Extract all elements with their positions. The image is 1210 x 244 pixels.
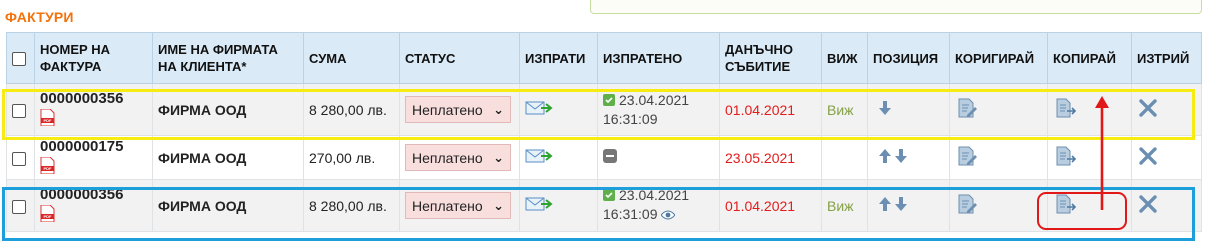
view-link[interactable]: Виж (827, 102, 854, 118)
col-view: ВИЖ (821, 32, 868, 84)
tax-event-date: 23.05.2021 (725, 149, 796, 166)
invoices-table: НОМЕР НА ФАКТУРА ИМЕ НА ФИРМАТА НА КЛИЕН… (6, 32, 1202, 232)
sent-time: 16:31:09 (603, 205, 714, 225)
table-row: 0000000175 PDF ФИРМА ООД 270,00 лв. Непл… (6, 135, 1202, 180)
pdf-icon[interactable]: PDF (40, 204, 55, 223)
arrow-up-icon[interactable] (879, 197, 891, 214)
status-select[interactable]: Неплатено ⌄ (405, 144, 511, 171)
edit-document-icon[interactable] (957, 194, 977, 217)
eye-icon[interactable] (660, 206, 677, 225)
col-edit: КОРИГИРАЙ (949, 32, 1048, 84)
sent-time: 16:31:09 (603, 110, 658, 127)
table-row: 0000000356 PDF ФИРМА ООД 8 280,00 лв. Не… (6, 83, 1202, 136)
status-value: Неплатено (412, 101, 483, 118)
send-mail-icon[interactable] (525, 100, 553, 119)
chevron-down-icon: ⌄ (493, 101, 504, 117)
tax-event-date: 01.04.2021 (725, 197, 796, 214)
col-status[interactable]: СТАТУС (399, 32, 520, 84)
invoice-amount: 8 280,00 лв. (309, 197, 387, 214)
pdf-icon[interactable]: PDF (40, 108, 55, 127)
sent-check-icon (603, 187, 615, 202)
page-title: ФАКТУРИ (5, 9, 74, 25)
edit-document-icon[interactable] (957, 146, 977, 169)
table-row: 0000000356 PDF ФИРМА ООД 8 280,00 лв. Не… (6, 179, 1202, 232)
send-mail-icon[interactable] (525, 196, 553, 215)
tax-event-date: 01.04.2021 (725, 101, 796, 118)
client-company: ФИРМА ООД (158, 197, 247, 214)
not-sent-icon (603, 149, 617, 166)
invoice-number[interactable]: 0000000356 (40, 90, 147, 107)
row-checkbox[interactable] (12, 199, 26, 214)
delete-x-icon[interactable] (1139, 195, 1157, 216)
col-amount[interactable]: СУМА (303, 32, 400, 84)
col-tax-event[interactable]: ДАНЪЧНО СЪБИТИЕ (719, 32, 822, 84)
svg-text:PDF: PDF (44, 118, 53, 123)
status-value: Неплатено (412, 197, 483, 214)
client-company: ФИРМА ООД (158, 149, 247, 166)
edit-document-icon[interactable] (957, 98, 977, 121)
col-delete: ИЗТРИЙ (1131, 32, 1202, 84)
col-send: ИЗПРАТИ (519, 32, 598, 84)
col-company[interactable]: ИМЕ НА ФИРМАТА НА КЛИЕНТА* (152, 32, 304, 84)
table-header-row: НОМЕР НА ФАКТУРА ИМЕ НА ФИРМАТА НА КЛИЕН… (6, 32, 1202, 84)
col-position: ПОЗИЦИЯ (867, 32, 950, 84)
row-checkbox[interactable] (12, 103, 26, 118)
col-sent[interactable]: ИЗПРАТЕНО (597, 32, 720, 84)
invoice-number[interactable]: 0000000175 (40, 138, 147, 155)
copy-document-icon[interactable] (1055, 98, 1077, 121)
svg-text:PDF: PDF (44, 166, 53, 171)
pdf-icon[interactable]: PDF (40, 156, 55, 175)
svg-text:PDF: PDF (44, 214, 53, 219)
chevron-down-icon: ⌄ (493, 197, 504, 213)
status-select[interactable]: Неплатено ⌄ (405, 192, 511, 219)
invoice-number[interactable]: 0000000356 (40, 186, 147, 203)
select-all-checkbox[interactable] (12, 52, 26, 67)
delete-x-icon[interactable] (1139, 99, 1157, 120)
arrow-down-icon[interactable] (894, 149, 907, 166)
chevron-down-icon: ⌄ (493, 149, 504, 165)
select-all-cell[interactable] (6, 32, 35, 84)
copy-document-icon[interactable] (1055, 146, 1077, 169)
notice-box (590, 0, 1202, 14)
col-number[interactable]: НОМЕР НА ФАКТУРА (34, 32, 153, 84)
status-select[interactable]: Неплатено ⌄ (405, 96, 511, 123)
arrow-up-icon[interactable] (879, 149, 891, 166)
delete-x-icon[interactable] (1139, 147, 1157, 168)
arrow-down-icon[interactable] (879, 101, 891, 118)
view-link[interactable]: Виж (827, 198, 854, 214)
invoice-amount: 8 280,00 лв. (309, 101, 387, 118)
invoice-amount: 270,00 лв. (309, 149, 376, 166)
col-copy: КОПИРАЙ (1047, 32, 1132, 84)
sent-date: 23.04.2021 (603, 186, 714, 205)
arrow-down-icon[interactable] (894, 197, 907, 214)
copy-document-icon[interactable] (1055, 194, 1077, 217)
sent-date: 23.04.2021 (603, 91, 714, 110)
send-mail-icon[interactable] (525, 148, 553, 167)
status-value: Неплатено (412, 149, 483, 166)
sent-check-icon (603, 92, 615, 106)
row-checkbox[interactable] (12, 151, 26, 166)
client-company: ФИРМА ООД (158, 101, 247, 118)
